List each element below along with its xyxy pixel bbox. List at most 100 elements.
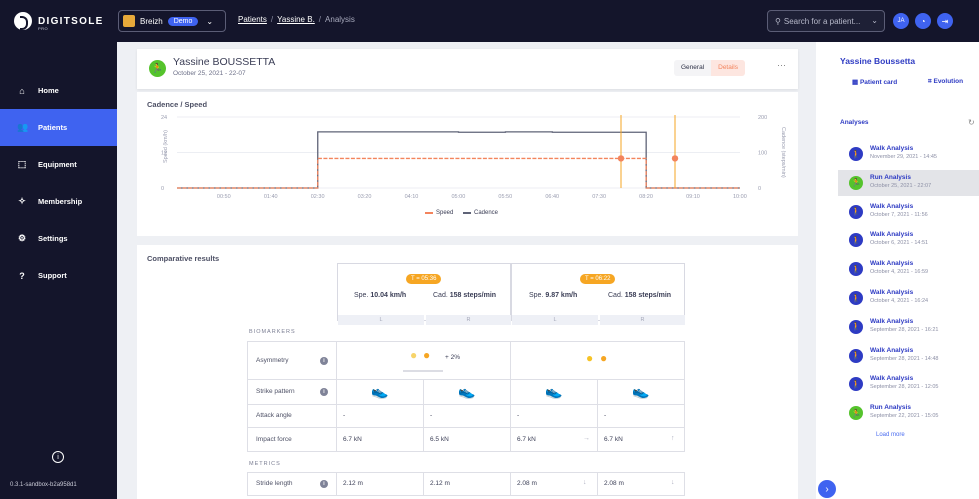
analysis-title: Walk Analysis (870, 346, 914, 354)
metrics-label: METRICS (249, 461, 281, 467)
analysis-item[interactable]: 🚶Walk AnalysisNovember 29, 2021 - 14:45— (838, 141, 979, 167)
y-axis-title: Speed (km/h) (163, 130, 169, 163)
app-version: 0.3.1-sandbox-b2a958d1 (10, 482, 77, 488)
y2-tick-label: 100 (758, 151, 767, 157)
expand-panel-button[interactable]: › (818, 480, 836, 498)
info-icon[interactable]: i (320, 480, 328, 488)
sidebar-item-patients[interactable]: 👥 Patients (0, 109, 117, 146)
walk-icon: 🚶 (849, 262, 863, 277)
patient-name: Yassine BOUSSETTA (173, 56, 276, 68)
arrow-up-icon: ↑ (671, 435, 675, 442)
card-icon: ▦ (852, 79, 859, 86)
support-icon: ? (19, 270, 25, 281)
tab-details[interactable]: Details (711, 60, 745, 76)
sidebar-item-membership[interactable]: ✧ Membership (0, 183, 117, 220)
organization-name: Breizh (140, 16, 163, 26)
logout-icon[interactable]: ⇥ (937, 13, 953, 29)
tab-general[interactable]: General (674, 60, 712, 76)
asymmetry-t1-cell: ● ● + 2% (336, 341, 511, 380)
analysis-item[interactable]: 🚶Walk AnalysisOctober 4, 2021 - 16:24— (838, 285, 979, 311)
analysis-item[interactable]: 🏃Run AnalysisSeptember 22, 2021 - 15:05— (838, 400, 979, 426)
speed-marker-point (617, 155, 625, 162)
legend-cadence: Cadence (463, 210, 498, 216)
more-icon[interactable]: ··· (777, 60, 786, 70)
legend-label: Cadence (474, 210, 499, 216)
value-cell: - (597, 404, 685, 428)
cell-value: 6.5 kN (430, 436, 449, 443)
shoe-icon: 👟 (371, 383, 389, 399)
stride-label-cell: Stride length i (247, 472, 337, 496)
speed-value: Spe. 10.04 km/h (354, 292, 407, 299)
analysis-item[interactable]: 🚶Walk AnalysisOctober 4, 2021 - 16:59— (838, 256, 979, 282)
run-icon: 🏃 (149, 60, 166, 77)
analysis-item[interactable]: 🚶 Walk Analysis September 28, 2021 - 16:21… (838, 314, 979, 340)
left-foot-label: L (512, 315, 598, 325)
strike-cell: 👟 (510, 379, 598, 405)
attack-label-cell: Attack angle (247, 404, 337, 428)
arrow-right-icon: → (583, 435, 590, 442)
x-tick-label: 03:20 (358, 194, 372, 200)
asymmetry-bar (403, 370, 443, 372)
breadcrumb-patients[interactable]: Patients (238, 15, 267, 24)
refresh-icon[interactable]: ↻ (968, 118, 975, 127)
brand-sub: PRO (38, 26, 49, 31)
analysis-title: Walk Analysis (870, 260, 914, 268)
sidebar: ⌂ Home 👥 Patients ⬚ Equipment ✧ Membersh… (0, 42, 117, 499)
cell-value: - (517, 412, 520, 419)
sidebar-item-equipment[interactable]: ⬚ Equipment (0, 146, 117, 183)
analysis-item[interactable]: 🏃Run AnalysisOctober 25, 2021 - 22:07— (838, 169, 979, 196)
user-avatar[interactable]: JA (893, 13, 909, 29)
strike-cell: 👟 (423, 379, 511, 405)
notification-icon[interactable]: ◔ (915, 13, 931, 29)
analysis-item[interactable]: 🚶Walk AnalysisOctober 6, 2021 - 14:51— (838, 227, 979, 253)
analysis-header: 🏃 Yassine BOUSSETTA October 25, 2021 - 2… (137, 49, 798, 89)
cadence-value: Cad. 158 steps/min (433, 292, 497, 299)
analysis-item[interactable]: 🚶Walk AnalysisOctober 7, 2021 - 11:56— (838, 199, 979, 225)
breadcrumb-patient[interactable]: Yassine B. (277, 15, 315, 24)
sidebar-item-home[interactable]: ⌂ Home (0, 72, 117, 109)
organization-icon (123, 15, 135, 27)
cell-value: 6.7 kN (604, 436, 623, 443)
analysis-item[interactable]: 🚶 Walk Analysis September 28, 2021 - 14:48… (838, 343, 979, 369)
analysis-title: Walk Analysis (870, 202, 914, 210)
equipment-icon: ⬚ (17, 159, 27, 169)
analysis-date: October 4, 2021 - 16:59 (870, 269, 929, 276)
sidebar-item-settings[interactable]: ⚙ Settings (0, 220, 117, 257)
patient-card-button[interactable]: ▦ Patient card (852, 78, 897, 86)
right-foot-label: R (426, 315, 511, 325)
analysis-title: Walk Analysis (870, 375, 914, 383)
info-icon[interactable]: i (52, 451, 64, 463)
shoe-icon: 👟 (545, 383, 563, 399)
chevron-down-icon: ⌄ (871, 16, 878, 25)
cell-value: - (604, 412, 607, 419)
row-label: Attack angle (256, 412, 292, 419)
speed-marker-point (671, 155, 679, 162)
info-icon[interactable]: i (320, 388, 328, 396)
analysis-date: October 4, 2021 - 16:24 (870, 298, 929, 304)
breadcrumb: Patients / Yassine B. / Analysis (238, 15, 355, 24)
evolution-button[interactable]: ⌗ Evolution (928, 78, 963, 86)
logo[interactable]: DIGITSOLE PRO (14, 12, 104, 31)
impact-label-cell: Impact force (247, 427, 337, 452)
x-tick-label: 02:30 (311, 194, 325, 200)
comparative-title: Comparative results (147, 254, 220, 263)
sidebar-item-support[interactable]: ? Support (0, 257, 117, 294)
value-cell: 2.08 m ↓ (510, 472, 598, 496)
organization-selector[interactable]: Breizh Demo ⌄ (118, 10, 226, 32)
analysis-date: September 28, 2021 - 12:05 (870, 384, 939, 391)
info-icon[interactable]: i (320, 357, 328, 365)
search-placeholder: Search for a patient... (783, 16, 861, 26)
arrow-down-icon: ↓ (671, 479, 675, 486)
demo-badge: Demo (167, 16, 199, 26)
x-tick-label: 06:40 (545, 194, 559, 200)
analysis-item[interactable]: 🚶 Walk Analysis September 28, 2021 - 12:05… (838, 371, 979, 397)
walk-icon: 🚶 (849, 348, 863, 363)
right-panel: Yassine Boussetta ▦ Patient card ⌗ Evolu… (816, 42, 979, 499)
speed-value: Spe. 9.87 km/h (529, 292, 578, 299)
sidebar-item-label: Equipment (38, 160, 77, 169)
cell-value: 2.08 m (517, 480, 537, 487)
search-input[interactable]: ⚲ Search for a patient... ⌄ (767, 10, 885, 32)
analysis-date: September 28, 2021 - 16:21 (870, 326, 939, 333)
membership-icon: ✧ (18, 196, 26, 206)
load-more-button[interactable]: Load more (876, 432, 905, 438)
